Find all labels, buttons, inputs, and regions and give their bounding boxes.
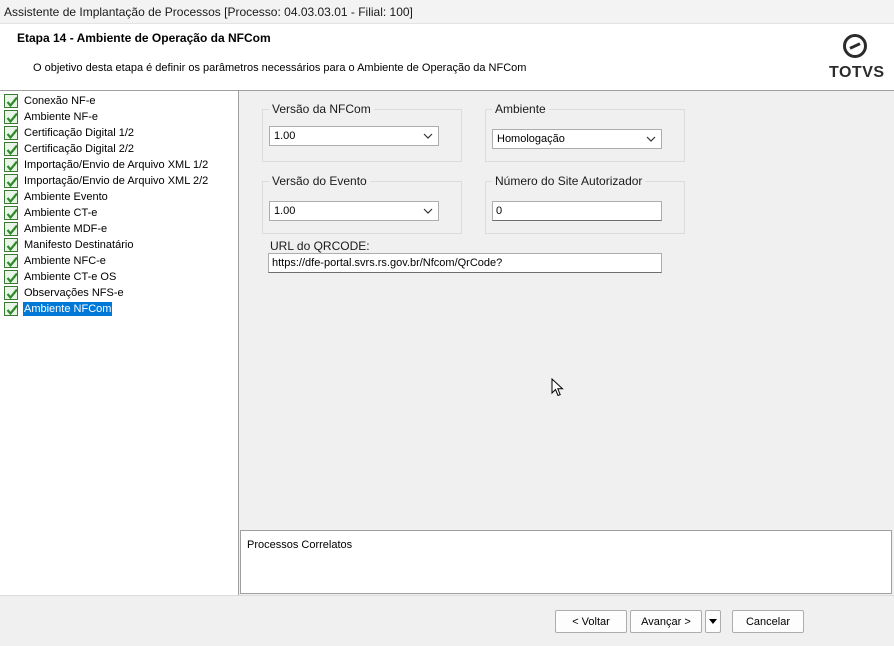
step-item-label: Importação/Envio de Arquivo XML 2/2 — [24, 175, 209, 187]
window-title: Assistente de Implantação de Processos [… — [4, 5, 413, 19]
step-item-label: Ambiente CT-e — [24, 207, 98, 219]
checkbox-checked-icon — [4, 302, 18, 316]
wizard-footer: < Voltar Avançar > Cancelar — [0, 595, 894, 646]
checkbox-checked-icon — [4, 110, 18, 124]
next-button-label: Avançar > — [641, 615, 691, 628]
cancel-button-label: Cancelar — [745, 615, 791, 628]
totvs-logo-icon — [843, 34, 867, 58]
ambiente-select[interactable]: Homologação — [492, 129, 662, 149]
group-versao-nfcom: Versão da NFCom 1.00 — [262, 102, 462, 162]
chevron-down-icon — [423, 133, 433, 139]
checkbox-checked-icon — [4, 254, 18, 268]
label-numero-site: Número do Site Autorizador — [492, 174, 646, 188]
checkbox-checked-icon — [4, 126, 18, 140]
step-item-label: Ambiente NFC-e — [24, 255, 106, 267]
step-item[interactable]: Manifesto Destinatário — [4, 237, 234, 253]
steps-tree: Conexão NF-e Ambiente NF-e Certificação Di… — [0, 91, 239, 595]
window-titlebar: Assistente de Implantação de Processos [… — [0, 0, 894, 24]
checkbox-checked-icon — [4, 238, 18, 252]
checkbox-checked-icon — [4, 174, 18, 188]
checkbox-checked-icon — [4, 270, 18, 284]
wizard-header: Etapa 14 - Ambiente de Operação da NFCom… — [0, 24, 894, 91]
step-item[interactable]: Ambiente MDF-e — [4, 221, 234, 237]
group-numero-site: Número do Site Autorizador 0 — [485, 174, 685, 234]
chevron-down-icon — [646, 136, 656, 142]
label-ambiente: Ambiente — [492, 102, 549, 116]
step-item[interactable]: Ambiente Evento — [4, 189, 234, 205]
step-title: Etapa 14 - Ambiente de Operação da NFCom — [17, 31, 271, 45]
step-item[interactable]: Importação/Envio de Arquivo XML 2/2 — [4, 173, 234, 189]
related-processes-title: Processos Correlatos — [247, 539, 353, 551]
url-qrcode-input[interactable]: https://dfe-portal.svrs.rs.gov.br/Nfcom/… — [268, 253, 662, 273]
step-item[interactable]: Ambiente NFC-e — [4, 253, 234, 269]
step-panel: Versão da NFCom 1.00 Ambiente Homologaçã… — [240, 91, 894, 529]
versao-nfcom-select[interactable]: 1.00 — [269, 126, 439, 146]
checkbox-checked-icon — [4, 158, 18, 172]
versao-evento-value: 1.00 — [274, 205, 296, 217]
step-item[interactable]: Ambiente CT-e — [4, 205, 234, 221]
step-item[interactable]: Ambiente NFCom — [4, 301, 234, 317]
step-item-label: Manifesto Destinatário — [24, 239, 134, 251]
next-button[interactable]: Avançar > — [630, 610, 702, 633]
group-versao-evento: Versão do Evento 1.00 — [262, 174, 462, 234]
url-qrcode-value: https://dfe-portal.svrs.rs.gov.br/Nfcom/… — [272, 257, 503, 269]
step-item[interactable]: Ambiente CT-e OS — [4, 269, 234, 285]
label-versao-nfcom: Versão da NFCom — [269, 102, 374, 116]
checkbox-checked-icon — [4, 190, 18, 204]
step-item-label: Ambiente NFCom — [23, 302, 113, 316]
step-item[interactable]: Observações NFS-e — [4, 285, 234, 301]
step-item-label: Ambiente CT-e OS — [24, 271, 117, 283]
numero-site-value: 0 — [496, 205, 503, 217]
step-item-label: Certificação Digital 2/2 — [24, 143, 135, 155]
totvs-logo: TOTVS — [828, 32, 884, 86]
checkbox-checked-icon — [4, 142, 18, 156]
label-url-qrcode: URL do QRCODE: — [270, 239, 370, 253]
step-item-label: Ambiente Evento — [24, 191, 108, 203]
step-item-label: Conexão NF-e — [24, 95, 96, 107]
step-description: O objetivo desta etapa é definir os parâ… — [33, 62, 527, 74]
mouse-pointer-icon — [551, 378, 564, 397]
back-button[interactable]: < Voltar — [555, 610, 627, 633]
caret-down-icon — [709, 619, 717, 624]
versao-nfcom-value: 1.00 — [274, 130, 296, 142]
group-ambiente: Ambiente Homologação — [485, 102, 685, 162]
step-item-label: Certificação Digital 1/2 — [24, 127, 135, 139]
cancel-button[interactable]: Cancelar — [732, 610, 804, 633]
step-item-label: Ambiente MDF-e — [24, 223, 108, 235]
back-button-label: < Voltar — [572, 615, 610, 628]
step-item[interactable]: Ambiente NF-e — [4, 109, 234, 125]
step-item-label: Observações NFS-e — [24, 287, 124, 299]
step-item-label: Importação/Envio de Arquivo XML 1/2 — [24, 159, 209, 171]
versao-evento-select[interactable]: 1.00 — [269, 201, 439, 221]
step-item[interactable]: Certificação Digital 2/2 — [4, 141, 234, 157]
step-item[interactable]: Importação/Envio de Arquivo XML 1/2 — [4, 157, 234, 173]
step-item-label: Ambiente NF-e — [24, 111, 98, 123]
related-processes: Processos Correlatos — [240, 530, 892, 594]
checkbox-checked-icon — [4, 94, 18, 108]
next-options-button[interactable] — [705, 610, 721, 633]
checkbox-checked-icon — [4, 286, 18, 300]
logo-text: TOTVS — [829, 64, 885, 81]
chevron-down-icon — [423, 208, 433, 214]
checkbox-checked-icon — [4, 206, 18, 220]
numero-site-input[interactable]: 0 — [492, 201, 662, 221]
ambiente-value: Homologação — [497, 133, 565, 145]
step-item[interactable]: Certificação Digital 1/2 — [4, 125, 234, 141]
step-item[interactable]: Conexão NF-e — [4, 93, 234, 109]
label-versao-evento: Versão do Evento — [269, 174, 370, 188]
checkbox-checked-icon — [4, 222, 18, 236]
